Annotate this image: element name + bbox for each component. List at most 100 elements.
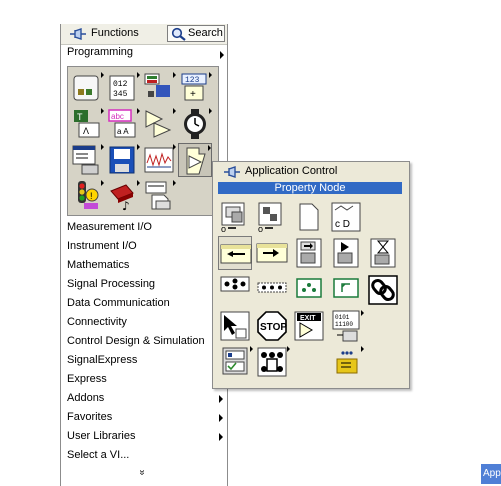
menu-item-signal-processing[interactable]: Signal Processing [61, 276, 227, 294]
menu-item-select-a-vi[interactable]: Select a VI... [61, 447, 227, 465]
close-reference-icon[interactable]: c D [329, 200, 363, 234]
svg-text:11100: 11100 [335, 321, 353, 328]
numeric-array-icon[interactable]: 012 345 [106, 71, 140, 105]
taskbar-app-label: App [483, 468, 501, 479]
string-icon[interactable]: abc a A [106, 107, 140, 141]
wait-on-asynchronous-call-icon[interactable] [366, 236, 400, 270]
cursor-vis-icon[interactable] [218, 309, 252, 343]
menu-item-label: Data Communication [67, 297, 170, 309]
menu-item-label: Signal Processing [67, 278, 156, 290]
report-generation-icon[interactable] [142, 179, 176, 213]
menu-functions-icon[interactable] [218, 273, 252, 307]
menu-item-label: Addons [67, 392, 105, 404]
menu-item-signalexpress[interactable]: SignalExpress [61, 352, 227, 370]
invoke-node-icon[interactable] [255, 236, 289, 270]
svg-text:123: 123 [185, 76, 200, 85]
menu-item-instrument-io[interactable]: Instrument I/O [61, 238, 227, 256]
chain-link-icon[interactable] [366, 273, 400, 307]
svg-text:345: 345 [113, 90, 128, 99]
functions-palette: Functions Search Programming 012 345 123 +… [60, 24, 228, 486]
synchronization-icon[interactable]: ! [70, 179, 104, 213]
menu-item-express[interactable]: Express [61, 371, 227, 389]
flatten-unflatten-icon[interactable]: 0101 11100 [329, 309, 364, 343]
svg-text:+: + [190, 89, 196, 100]
stop-icon[interactable]: STOP [255, 309, 289, 343]
application-control-icon[interactable] [178, 143, 212, 177]
menu-item-measurement-io[interactable]: Measurement I/O [61, 219, 227, 237]
menu-item-connectivity[interactable]: Connectivity [61, 314, 227, 332]
comparison-icon[interactable] [142, 107, 176, 141]
open-app-reference-icon[interactable]: o [255, 200, 289, 234]
application-control-palette: Application Control Property Node o o c … [212, 161, 410, 389]
programming-icon-grid: 012 345 123 + TΛ abc a A ! ♪ [67, 66, 219, 216]
to-more-generic-class-icon[interactable] [255, 273, 289, 307]
svg-text:c D: c D [335, 219, 350, 230]
svg-text:STOP: STOP [260, 322, 287, 333]
menu-item-label: Select a VI... [67, 449, 130, 461]
svg-text:T: T [77, 112, 83, 122]
menu-item-label: Favorites [67, 411, 113, 423]
svg-text:!: ! [90, 191, 93, 201]
svg-text:Λ: Λ [83, 126, 89, 136]
pin-icon[interactable] [223, 166, 241, 178]
application-control-title: Application Control [245, 165, 338, 177]
graphics-sound-icon[interactable]: ♪ [106, 179, 140, 213]
submenu-arrow-icon [220, 51, 224, 59]
svg-text:a A: a A [117, 127, 129, 136]
svg-text:abc: abc [111, 112, 124, 121]
search-button[interactable]: Search [167, 25, 225, 42]
menu-item-control-design-simulation[interactable]: Control Design & Simulation [61, 333, 227, 351]
numeric-icon[interactable]: 123 + [178, 71, 212, 105]
timing-icon[interactable] [178, 107, 212, 141]
taskbar-app-tab[interactable]: App [481, 464, 501, 484]
menu-item-mathematics[interactable]: Mathematics [61, 257, 227, 275]
to-more-specific-class-icon[interactable] [292, 273, 326, 307]
svg-text:EXIT: EXIT [300, 315, 316, 322]
boolean-icon[interactable]: TΛ [70, 107, 104, 141]
svg-text:012: 012 [113, 80, 128, 89]
menu-item-data-communication[interactable]: Data Communication [61, 295, 227, 313]
menu-item-addons[interactable]: Addons [61, 390, 227, 408]
svg-text:0101: 0101 [335, 314, 350, 321]
waveform-icon[interactable] [142, 143, 176, 177]
menu-item-label: Measurement I/O [67, 221, 152, 233]
svg-text:♪: ♪ [122, 199, 130, 213]
menu-item-label: User Libraries [67, 430, 136, 442]
link-icon[interactable] [329, 273, 363, 307]
menu-item-label: SignalExpress [67, 354, 138, 366]
call-by-reference-icon[interactable] [292, 236, 326, 270]
boolean-cluster-icon[interactable] [142, 71, 176, 105]
submenu-arrow-icon [219, 395, 223, 403]
menu-item-label: Instrument I/O [67, 240, 137, 252]
expand-more-icon[interactable]: » [136, 470, 147, 476]
svg-text:o: o [221, 224, 226, 234]
menu-item-label: Connectivity [67, 316, 127, 328]
category-programming[interactable]: Programming [61, 46, 227, 62]
magnifier-icon [171, 27, 186, 41]
call-chain-icon[interactable] [329, 345, 364, 379]
cluster-class-variant-icon[interactable] [70, 71, 104, 105]
search-label: Search [188, 27, 223, 39]
static-vi-reference-icon[interactable] [292, 200, 326, 234]
submenu-arrow-icon [219, 433, 223, 441]
events-icon[interactable] [255, 345, 290, 379]
submenu-arrow-icon [219, 414, 223, 422]
category-label: Programming [67, 46, 134, 58]
menu-item-label: Express [67, 373, 107, 385]
property-node-tooltip: Property Node [218, 182, 402, 194]
start-asynchronous-call-icon[interactable] [329, 236, 363, 270]
svg-text:o: o [258, 224, 263, 234]
pin-icon[interactable] [69, 28, 87, 40]
quit-labview-icon[interactable]: EXIT [292, 309, 326, 343]
functions-title: Functions [91, 27, 139, 39]
property-node-icon[interactable] [218, 236, 252, 270]
menu-item-label: Mathematics [67, 259, 130, 271]
dialog-ui-icon[interactable] [70, 143, 104, 177]
menu-item-user-libraries[interactable]: User Libraries [61, 428, 227, 446]
functions-palette-titlebar: Functions Search [61, 24, 227, 45]
menu-item-favorites[interactable]: Favorites [61, 409, 227, 427]
vi-server-icon[interactable] [218, 345, 253, 379]
open-vi-reference-icon[interactable]: o [218, 200, 252, 234]
file-io-icon[interactable] [106, 143, 140, 177]
menu-item-label: Control Design & Simulation [67, 335, 205, 347]
